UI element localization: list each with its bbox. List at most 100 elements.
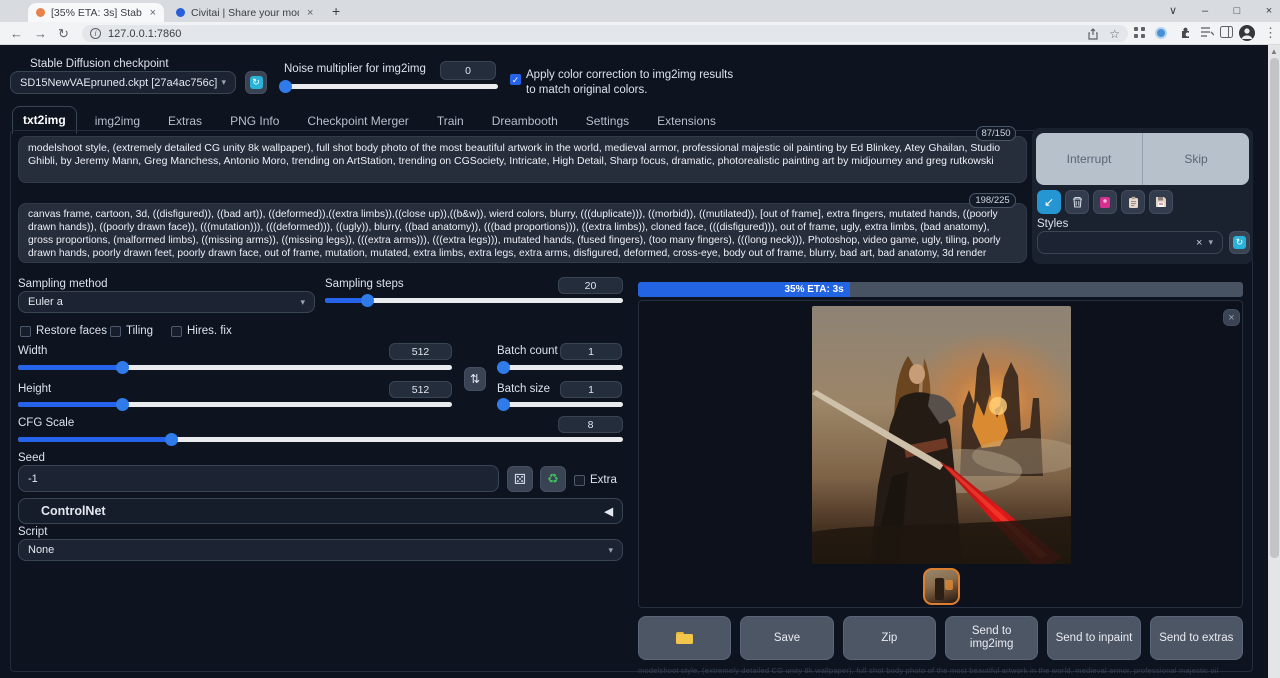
window-maximize-button[interactable]: □ <box>1224 2 1250 20</box>
seed-input[interactable]: -1 <box>18 465 499 492</box>
script-label: Script <box>18 526 47 538</box>
civitai-favicon <box>176 8 185 17</box>
batch-size-slider[interactable] <box>497 402 623 407</box>
folder-icon <box>676 632 693 644</box>
slider-knob[interactable] <box>279 80 292 93</box>
cfg-scale-slider[interactable] <box>18 437 623 442</box>
new-tab-button[interactable]: + <box>332 3 340 19</box>
refresh-icon: ↻ <box>1233 236 1246 249</box>
side-panel-icon[interactable] <box>1220 26 1233 38</box>
checkpoint-dropdown[interactable]: SD15NewVAEpruned.ckpt [27a4ac756c] ▾ <box>10 71 236 94</box>
controlnet-accordion[interactable]: ControlNet ◀ <box>18 498 623 524</box>
cfg-scale-input[interactable]: 8 <box>558 416 623 433</box>
batch-count-input[interactable]: 1 <box>560 343 622 360</box>
generated-image[interactable] <box>812 306 1071 564</box>
slider-knob[interactable] <box>165 433 178 446</box>
checkpoint-value: SD15NewVAEpruned.ckpt [27a4ac756c] <box>20 77 217 89</box>
profile-avatar-icon[interactable] <box>1239 25 1255 41</box>
slider-knob[interactable] <box>497 398 510 411</box>
browser-tab-civitai[interactable]: Civitai | Share your models × <box>168 3 322 22</box>
send-to-inpaint-button[interactable]: Send to inpaint <box>1047 616 1140 660</box>
prompt-token-counter: 87/150 <box>976 126 1016 141</box>
restore-faces-checkbox[interactable] <box>20 326 31 337</box>
send-to-extras-button[interactable]: Send to extras <box>1150 616 1243 660</box>
forward-icon[interactable]: → <box>34 26 47 41</box>
open-folder-button[interactable] <box>638 616 731 660</box>
bookmark-star-icon[interactable]: ☆ <box>1109 27 1120 41</box>
noise-multiplier-slider[interactable] <box>281 84 498 89</box>
save-button[interactable]: Save <box>740 616 833 660</box>
clear-selection-icon[interactable]: × <box>1196 237 1202 249</box>
color-correction-checkbox[interactable]: ✓ <box>510 74 521 85</box>
sampling-method-dropdown[interactable]: Euler a ▾ <box>18 291 315 313</box>
interrupt-button[interactable]: Interrupt <box>1036 133 1143 185</box>
noise-multiplier-input[interactable]: 0 <box>440 61 496 80</box>
height-slider[interactable] <box>18 402 452 407</box>
window-minimize-button[interactable]: – <box>1192 2 1218 20</box>
styles-refresh-button[interactable]: ↻ <box>1229 231 1250 254</box>
random-seed-button[interactable]: ⚄ <box>507 466 533 492</box>
extra-networks-button[interactable] <box>1093 190 1117 214</box>
thumbnail-fire <box>945 580 953 590</box>
clear-prompt-button[interactable] <box>1065 190 1089 214</box>
batch-size-label: Batch size <box>497 383 550 395</box>
send-to-img2img-button[interactable]: Send to img2img <box>945 616 1038 660</box>
reading-list-icon[interactable] <box>1200 26 1214 38</box>
apply-styles-button[interactable] <box>1121 190 1145 214</box>
swap-width-height-button[interactable]: ⇅ <box>464 367 486 391</box>
script-dropdown[interactable]: None ▾ <box>18 539 623 561</box>
extra-seed-checkbox[interactable] <box>574 475 585 486</box>
tab-close-icon[interactable]: × <box>150 7 156 19</box>
browser-menu-kebab-icon[interactable]: ⋮ <box>1264 25 1277 41</box>
slider-knob[interactable] <box>116 361 129 374</box>
noise-multiplier-label: Noise multiplier for img2img <box>284 63 426 75</box>
progress-bar: 35% ETA: 3s <box>638 282 1243 297</box>
back-icon[interactable]: ← <box>10 26 23 41</box>
interrupt-skip-group: Interrupt Skip <box>1036 133 1249 185</box>
tiling-checkbox[interactable] <box>110 326 121 337</box>
chevron-down-icon: ▾ <box>1208 237 1213 248</box>
reload-icon[interactable]: ↻ <box>58 26 69 41</box>
width-input[interactable]: 512 <box>389 343 452 360</box>
close-icon: × <box>1228 312 1234 324</box>
slider-knob[interactable] <box>116 398 129 411</box>
batch-count-slider[interactable] <box>497 365 623 370</box>
scrollbar-thumb[interactable] <box>1270 58 1279 558</box>
restore-faces-label: Restore faces <box>36 325 107 337</box>
paste-generation-params-button[interactable]: ↙ <box>1037 190 1061 214</box>
slider-knob[interactable] <box>497 361 510 374</box>
site-info-icon[interactable]: i <box>90 28 101 39</box>
checkpoint-refresh-button[interactable]: ↻ <box>245 71 267 94</box>
batch-size-input[interactable]: 1 <box>560 381 622 398</box>
tab-close-icon[interactable]: × <box>307 7 313 19</box>
extensions-puzzle-icon[interactable] <box>1180 26 1193 39</box>
skip-button[interactable]: Skip <box>1143 133 1249 185</box>
tab-title: Civitai | Share your models <box>191 7 299 19</box>
collapse-left-icon: ◀ <box>605 505 613 518</box>
hires-fix-label: Hires. fix <box>187 325 232 337</box>
styles-dropdown[interactable]: × ▾ <box>1037 231 1223 254</box>
prompt-textarea[interactable]: modelshoot style, (extremely detailed CG… <box>18 136 1027 183</box>
width-label: Width <box>18 345 47 357</box>
share-icon[interactable] <box>1087 28 1099 40</box>
save-style-button[interactable] <box>1149 190 1173 214</box>
reuse-seed-button[interactable]: ♻ <box>540 466 566 492</box>
zip-button[interactable]: Zip <box>843 616 936 660</box>
browser-tab-stable-diffusion[interactable]: [35% ETA: 3s] Stable Diffusion × <box>28 3 164 22</box>
sampling-steps-input[interactable]: 20 <box>558 277 623 294</box>
slider-knob[interactable] <box>361 294 374 307</box>
tab-search-icon[interactable]: ∨ <box>1160 2 1186 20</box>
apps-grid-icon[interactable] <box>1133 26 1146 39</box>
height-input[interactable]: 512 <box>389 381 452 398</box>
hires-fix-checkbox[interactable] <box>171 326 182 337</box>
sampling-steps-slider[interactable] <box>325 298 623 303</box>
negative-prompt-textarea[interactable]: canvas frame, cartoon, 3d, ((disfigured)… <box>18 203 1027 263</box>
gallery-thumbnail[interactable] <box>923 568 960 605</box>
floppy-disk-icon <box>1155 196 1167 208</box>
window-close-button[interactable]: × <box>1256 2 1280 20</box>
extension-badge-icon[interactable] <box>1155 27 1167 39</box>
address-bar[interactable]: i 127.0.0.1:7860 ☆ <box>82 25 1128 42</box>
scrollbar-up-arrow[interactable]: ▲ <box>1270 47 1278 56</box>
close-image-button[interactable]: × <box>1223 309 1240 326</box>
width-slider[interactable] <box>18 365 452 370</box>
